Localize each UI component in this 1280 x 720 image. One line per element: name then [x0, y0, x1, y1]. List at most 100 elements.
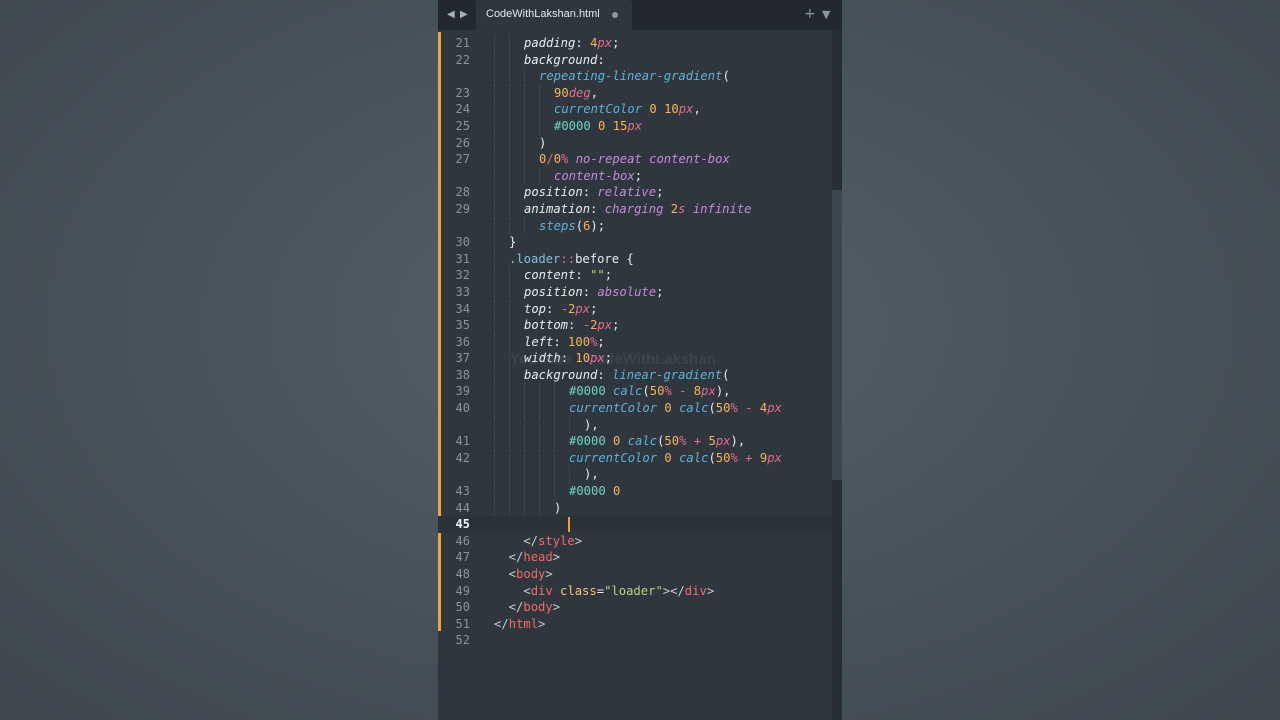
indent-guide — [509, 499, 510, 517]
code-token: ; — [634, 168, 643, 183]
code-text: ) — [554, 500, 561, 517]
indent-guide — [524, 400, 525, 417]
code-token: px — [575, 301, 591, 316]
code-token: </ — [494, 600, 524, 615]
indent-guide — [554, 449, 555, 467]
code-token: 100 — [568, 334, 591, 349]
indent-guide — [554, 466, 555, 484]
indent-guide — [509, 267, 510, 284]
indent-guide — [524, 84, 525, 102]
code-line[interactable]: 42 currentColor 0 calc(50% + 9px — [438, 449, 834, 467]
code-line[interactable]: 44) — [438, 499, 834, 517]
code-area[interactable]: 21 padding: 4px; 22 background: repeating-li… — [438, 35, 834, 649]
tab-codewithlakshan-html[interactable]: CodeWithLakshan.html — [476, 0, 632, 30]
code-token: 50 — [649, 384, 665, 399]
code-line[interactable]: 22 background: — [438, 51, 834, 69]
code-token: body — [516, 567, 546, 581]
scrollbar-thumb[interactable] — [832, 190, 842, 480]
code-line[interactable]: 25 #0000 0 15px — [438, 117, 834, 135]
code-line[interactable]: 43 #0000 0 — [438, 483, 834, 500]
code-line[interactable]: 29 animation: charging 2s infinite — [438, 200, 834, 218]
code-text: position: relative; — [524, 184, 663, 201]
indent-guide — [509, 117, 510, 135]
code-line[interactable]: ), — [438, 416, 834, 434]
code-line[interactable]: 48 <body> — [438, 566, 834, 583]
code-line[interactable]: 51 </html> — [438, 616, 834, 633]
indent-guide — [509, 84, 510, 102]
code-token: + — [745, 450, 753, 465]
code-line[interactable]: 32 content: ""; — [438, 267, 834, 284]
indent-guide — [494, 217, 495, 235]
chevron-right-icon[interactable]: ▶ — [460, 8, 468, 22]
code-token: : — [582, 284, 598, 299]
indent-guide — [524, 151, 525, 168]
code-line[interactable]: 50 </body> — [438, 599, 834, 616]
dot-icon[interactable] — [612, 12, 618, 18]
code-line[interactable]: 45 — [438, 516, 834, 533]
indent-guide — [524, 499, 525, 517]
code-token: #0000 — [569, 434, 606, 449]
code-line[interactable]: 26) — [438, 134, 834, 152]
chevron-down-icon[interactable]: ▼ — [822, 7, 830, 23]
line-number: 44 — [455, 500, 470, 515]
code-text: 90deg, — [554, 85, 598, 102]
line-number: 33 — [455, 284, 470, 299]
code-line[interactable]: 40 currentColor 0 calc(50% - 4px — [438, 400, 834, 417]
code-token: > — [545, 567, 553, 581]
code-line[interactable]: repeating-linear-gradient( — [438, 68, 834, 85]
code-line[interactable]: 49 <div class="loader"></div> — [438, 583, 834, 600]
indent-guide — [494, 449, 495, 467]
line-number: 52 — [455, 633, 470, 648]
code-token: background — [524, 367, 598, 382]
code-line[interactable]: 23 90deg, — [438, 84, 834, 102]
code-line[interactable]: content-box; — [438, 167, 834, 185]
indent-guide — [494, 267, 495, 284]
code-line[interactable]: 39 #0000 calc(50% - 8px), — [438, 383, 834, 401]
code-token: < — [494, 567, 517, 581]
code-line[interactable]: 28 position: relative; — [438, 184, 834, 201]
line-number: 50 — [455, 600, 470, 615]
code-token: px — [767, 450, 782, 465]
plus-icon[interactable]: + — [804, 6, 816, 22]
code-token: body — [523, 600, 553, 615]
code-token: calc — [679, 450, 709, 465]
code-token: div — [684, 583, 707, 598]
code-line[interactable]: 38 background: linear-gradient( — [438, 366, 834, 384]
indent-guide — [554, 483, 555, 500]
code-line[interactable]: 35 bottom: -2px; — [438, 317, 834, 334]
code-token: - — [582, 318, 591, 333]
code-line[interactable]: 46 </style> — [438, 533, 834, 550]
code-text: </style> — [494, 533, 582, 550]
code-token: - — [560, 301, 569, 316]
indent-guide — [524, 167, 525, 185]
code-line[interactable]: 47 </head> — [438, 549, 834, 566]
indent-guide — [524, 416, 525, 434]
code-line[interactable]: 36 left: 100%; — [438, 333, 834, 351]
code-line[interactable]: 41 #0000 0 calc(50% + 5px), — [438, 433, 834, 450]
code-token: left — [524, 334, 554, 349]
code-line[interactable]: 24 currentColor 0 10px, — [438, 101, 834, 118]
indent-guide — [509, 200, 510, 218]
code-line[interactable]: 52 — [438, 632, 834, 649]
code-line[interactable]: ), — [438, 466, 834, 484]
code-token: ; — [590, 301, 598, 316]
indent-guide — [494, 317, 495, 334]
code-line[interactable]: steps(6); — [438, 217, 834, 235]
code-line[interactable]: 27 0/0% no-repeat content-box — [438, 151, 834, 168]
code-line[interactable]: 33 position: absolute; — [438, 283, 834, 301]
code-token: px — [678, 102, 694, 117]
indent-guide — [494, 333, 495, 351]
chevron-left-icon[interactable]: ◀ — [447, 8, 455, 22]
indent-guide — [494, 300, 495, 318]
code-token: no-repeat — [575, 152, 642, 167]
code-line[interactable]: 34 top: -2px; — [438, 300, 834, 318]
code-line[interactable]: 31 .loader::before { — [438, 250, 834, 268]
indent-guide — [494, 51, 495, 69]
code-line[interactable]: 21 padding: 4px; — [438, 35, 834, 52]
code-line[interactable]: 30} — [438, 234, 834, 251]
indent-guide — [494, 499, 495, 517]
